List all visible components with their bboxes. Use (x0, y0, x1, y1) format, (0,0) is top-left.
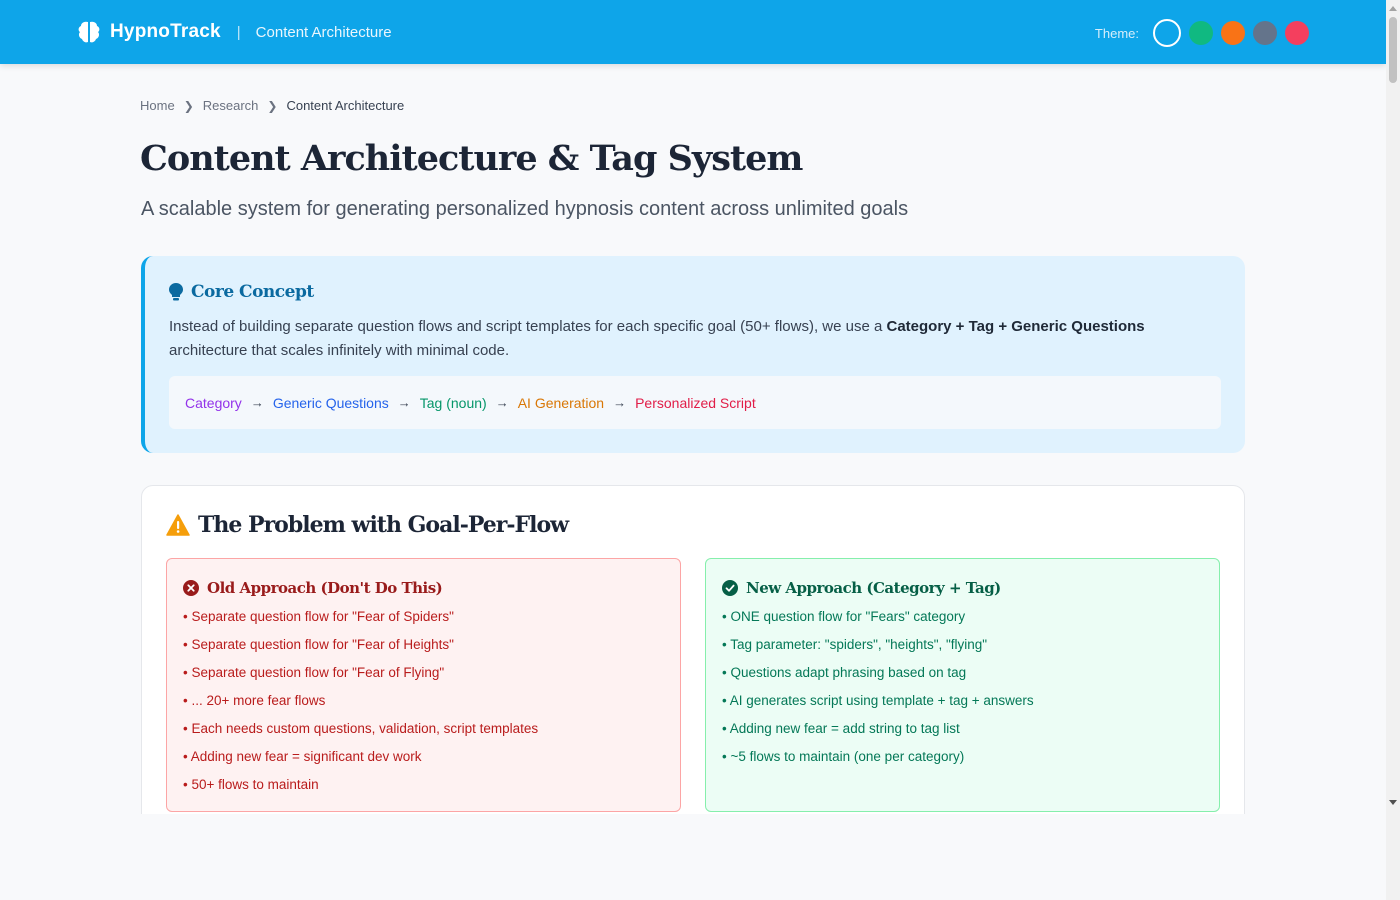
theme-label: Theme: (1094, 25, 1139, 41)
core-concept-text-start: Instead of building separate question fl… (169, 318, 887, 335)
architecture-flow: Category → Generic Questions → Tag (noun… (169, 376, 1221, 429)
core-concept-title: Core Concept (191, 282, 314, 302)
flow-step: Generic Questions (272, 394, 389, 411)
old-approach-card: Old Approach (Don't Do This) • Separate … (166, 558, 681, 812)
new-approach-title: New Approach (Category + Tag) (746, 579, 1001, 597)
page-subtitle: A scalable system for generating persona… (141, 198, 909, 220)
chevron-right-icon: ❯ (267, 98, 278, 113)
arrow-right-icon: → (397, 395, 411, 410)
list-item: • Adding new fear = significant dev work (183, 749, 422, 764)
old-approach-header: Old Approach (Don't Do This) (183, 579, 443, 597)
theme-swatch-slate[interactable] (1253, 21, 1277, 45)
flow-step: Tag (noun) (419, 394, 487, 411)
theme-swatch-sky[interactable] (1153, 19, 1181, 47)
page-scrollbar[interactable] (1386, 0, 1400, 900)
arrow-right-icon: → (250, 395, 264, 410)
scroll-up-arrow-icon[interactable] (1389, 6, 1397, 11)
brand-name: HypnoTrack (110, 21, 221, 42)
theme-swatch-rose[interactable] (1285, 21, 1309, 45)
theme-swatch-orange[interactable] (1221, 21, 1245, 45)
new-approach-list: • ONE question flow for "Fears" category… (722, 607, 1034, 775)
list-item: • ~5 flows to maintain (one per category… (722, 749, 965, 764)
arrow-right-icon: → (613, 395, 627, 410)
check-circle-icon (722, 580, 738, 596)
flow-step: Personalized Script (635, 394, 756, 411)
brand[interactable]: HypnoTrack | Content Architecture (76, 19, 392, 45)
breadcrumb-home-link[interactable]: Home (140, 98, 175, 113)
list-item: • Separate question flow for "Fear of Fl… (183, 665, 445, 680)
chevron-right-icon: ❯ (183, 98, 194, 113)
x-circle-icon (183, 580, 199, 596)
flow-step: AI Generation (517, 394, 605, 411)
flow-step: Category (185, 394, 242, 411)
scroll-down-arrow-icon[interactable] (1389, 800, 1397, 805)
core-concept-text-end: architecture that scales infinitely with… (169, 342, 510, 359)
problem-header: The Problem with Goal-Per-Flow (166, 512, 569, 538)
theme-swatch-green[interactable] (1189, 21, 1213, 45)
arrow-right-icon: → (495, 395, 509, 410)
new-approach-card: New Approach (Category + Tag) • ONE ques… (705, 558, 1220, 812)
breadcrumb-research-link[interactable]: Research (203, 98, 259, 113)
main-content: Home ❯ Research ❯ Content Architecture C… (0, 64, 1386, 814)
core-concept-header: Core Concept (169, 282, 314, 302)
breadcrumb: Home ❯ Research ❯ Content Architecture (140, 98, 404, 113)
core-concept-description: Instead of building separate question fl… (169, 315, 1209, 363)
list-item: • Tag parameter: "spiders", "heights", "… (722, 637, 988, 652)
problem-section: The Problem with Goal-Per-Flow Old Appro… (141, 485, 1245, 814)
list-item: • Questions adapt phrasing based on tag (722, 665, 967, 680)
brain-logo-icon (78, 21, 100, 43)
list-item: • Adding new fear = add string to tag li… (722, 721, 960, 736)
problem-title: The Problem with Goal-Per-Flow (198, 512, 569, 538)
brand-separator: | (236, 23, 241, 41)
page-title: Content Architecture & Tag System (140, 138, 803, 179)
list-item: • AI generates script using template + t… (722, 693, 1034, 708)
old-approach-list: • Separate question flow for "Fear of Sp… (183, 607, 538, 803)
list-item: • 50+ flows to maintain (183, 777, 319, 792)
old-approach-title: Old Approach (Don't Do This) (207, 579, 443, 597)
header-page-name: Content Architecture (255, 23, 392, 41)
warning-icon (166, 514, 190, 536)
list-item: • Each needs custom questions, validatio… (183, 721, 539, 736)
scroll-thumb[interactable] (1389, 17, 1397, 83)
core-concept-callout: Core Concept Instead of building separat… (141, 256, 1245, 453)
lightbulb-icon (169, 283, 183, 301)
breadcrumb-current: Content Architecture (286, 98, 405, 113)
list-item: • ... 20+ more fear flows (183, 693, 326, 708)
top-navigation-bar: HypnoTrack | Content Architecture Theme: (0, 0, 1386, 64)
list-item: • Separate question flow for "Fear of Sp… (183, 609, 454, 624)
new-approach-header: New Approach (Category + Tag) (722, 579, 1001, 597)
theme-picker: Theme: (1095, 19, 1309, 47)
list-item: • Separate question flow for "Fear of He… (183, 637, 454, 652)
core-concept-highlight: Category + Tag + Generic Questions (886, 318, 1145, 335)
list-item: • ONE question flow for "Fears" category (722, 609, 966, 624)
